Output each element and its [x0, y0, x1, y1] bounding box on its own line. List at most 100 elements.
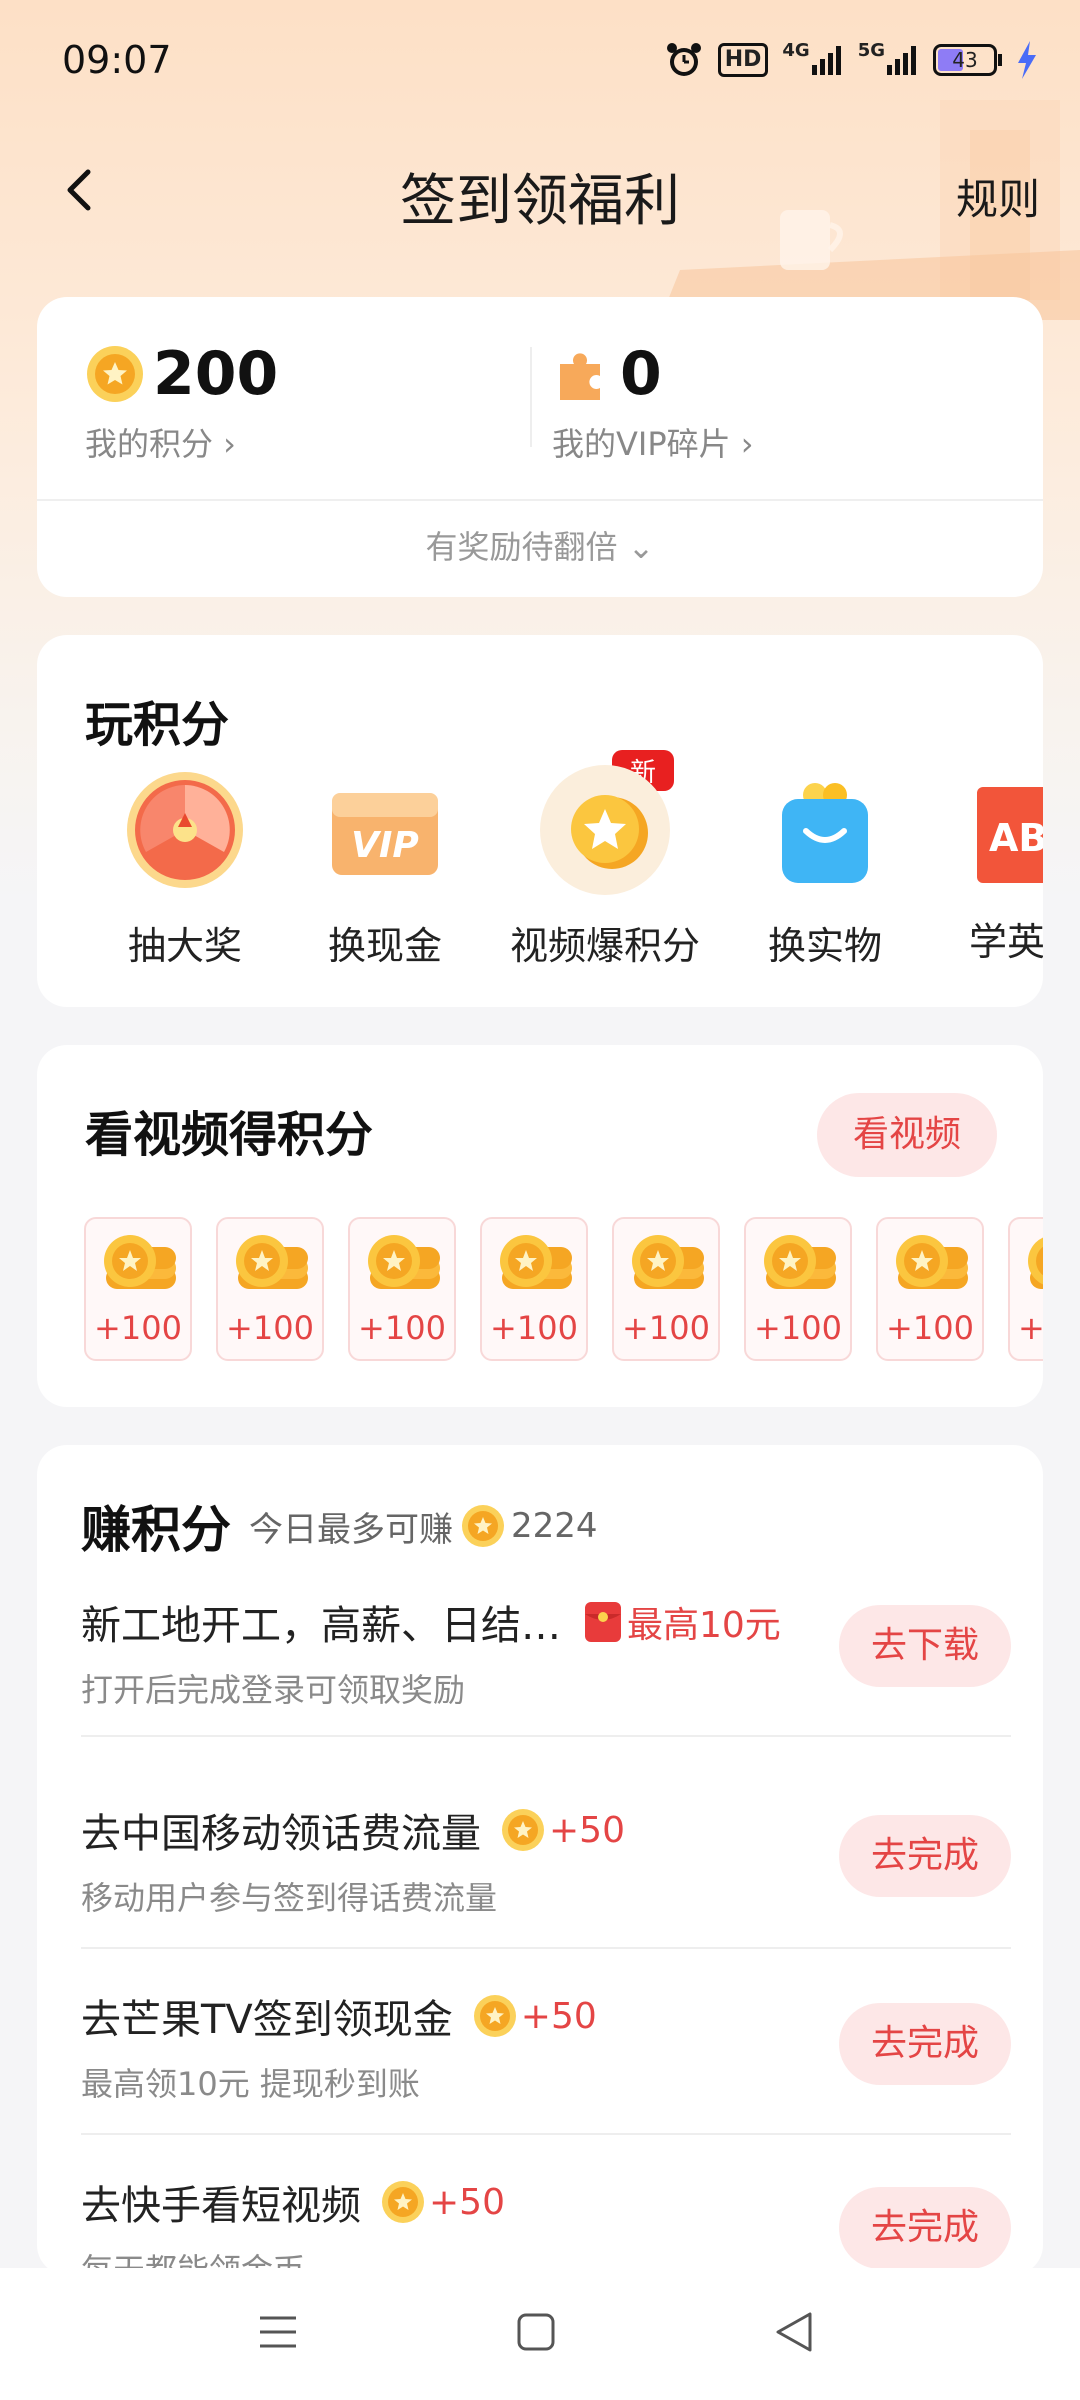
separator [37, 499, 1043, 501]
earn-header: 赚积分 今日最多可赚 2224 [81, 1490, 598, 1562]
earn-points-card: 赚积分 今日最多可赚 2224 新工地开工，高薪、日结… 最高10元 打开后完成… [37, 1445, 1043, 2275]
play-label: 换实物 [767, 924, 882, 968]
task-title: 新工地开工，高薪、日结… [81, 1603, 561, 1649]
net1-label: 4G [782, 40, 810, 61]
separator [81, 1947, 1011, 1949]
video-section-title: 看视频得积分 [85, 1107, 374, 1163]
coin-icon [473, 1995, 516, 2037]
play-item-english[interactable]: AB 学英 [925, 765, 1043, 966]
status-bar: 09:07 HD 4G 5G 43 [0, 0, 1080, 120]
alarm-icon [664, 40, 704, 80]
hd-icon: HD [717, 40, 769, 80]
ab-book-icon: AB [977, 787, 1043, 883]
task-reward: +50 [501, 1808, 625, 1852]
video-reward-tile[interactable]: +100 [1008, 1217, 1043, 1361]
task-complete-button[interactable]: 去完成 [839, 1815, 1011, 1897]
star-coin-icon [540, 765, 670, 895]
coin-stack-icon [104, 1235, 176, 1289]
earn-section-title: 赚积分 [81, 1501, 231, 1559]
play-label: 视频爆积分 [509, 924, 700, 968]
video-reward-tile[interactable]: +100 [216, 1217, 324, 1361]
video-reward-tile[interactable]: +100 [876, 1217, 984, 1361]
back-triangle-icon[interactable] [772, 2310, 816, 2354]
battery-level: 43 [952, 48, 978, 72]
charging-icon [1016, 40, 1038, 80]
play-points-card: 玩积分 新 抽大奖 VIP 换现金 视频爆积分 换实物 AB 学英 [37, 635, 1043, 1007]
reward-amount: +100 [94, 1309, 182, 1347]
net2-label: 5G [857, 40, 885, 61]
video-reward-tile[interactable]: +100 [612, 1217, 720, 1361]
play-item-lottery[interactable]: 抽大奖 [85, 765, 285, 970]
video-reward-tile[interactable]: +100 [348, 1217, 456, 1361]
task-complete-button[interactable]: 去完成 [839, 2003, 1011, 2085]
top-nav: 签到领福利 规则 [0, 130, 1080, 250]
divider [530, 347, 532, 447]
task-complete-button[interactable]: 去完成 [839, 2187, 1011, 2269]
play-item-video-points[interactable]: 视频爆积分 [485, 765, 725, 970]
svg-text:VIP: VIP [351, 825, 419, 866]
coin-stack-icon [500, 1235, 572, 1289]
reward-amount: +100 [1018, 1309, 1043, 1347]
shopping-bag-icon [782, 783, 868, 883]
watch-video-button[interactable]: 看视频 [817, 1093, 997, 1177]
play-label: 换现金 [327, 924, 442, 968]
rules-link[interactable]: 规则 [956, 166, 1040, 227]
play-items-row: 抽大奖 VIP 换现金 视频爆积分 换实物 AB 学英 [37, 765, 1043, 985]
wheel-icon [127, 772, 243, 888]
vip-value: 0 [620, 339, 662, 409]
coin-stack-icon [764, 1235, 836, 1289]
reward-amount: +100 [490, 1309, 578, 1347]
play-label: 抽大奖 [127, 924, 242, 968]
coin-stack-icon [236, 1235, 308, 1289]
coin-stack-icon [896, 1235, 968, 1289]
coin-icon [462, 1505, 504, 1547]
my-points[interactable]: 200 我的积分 › [85, 339, 278, 465]
coin-stack-icon [1028, 1237, 1043, 1289]
task-reward-text: +50 [520, 1995, 597, 2037]
video-reward-tile[interactable]: +100 [480, 1217, 588, 1361]
reward-amount: +100 [358, 1309, 446, 1347]
puzzle-piece-icon [560, 353, 600, 400]
signal-4g-icon: 4G [782, 40, 843, 80]
signal-5g-icon: 5G [858, 40, 919, 80]
hd-label: HD [717, 43, 769, 77]
earn-max-value: 2224 [511, 1506, 598, 1546]
task-reward: +50 [473, 1994, 597, 2038]
menu-icon[interactable] [256, 2310, 300, 2354]
coin-stack-icon [368, 1235, 440, 1289]
coin-icon [502, 1809, 544, 1851]
task-title: 去快手看短视频 [81, 2183, 361, 2229]
task-reward-text: +50 [549, 1809, 625, 1851]
task-download-button[interactable]: 去下载 [839, 1605, 1011, 1687]
separator [81, 2133, 1011, 2135]
task-reward-text: +50 [429, 2181, 505, 2223]
video-reward-tile[interactable]: +100 [744, 1217, 852, 1361]
my-points-label: 我的积分 › [85, 425, 236, 463]
reward-amount: +100 [886, 1309, 974, 1347]
watch-video-card: 看视频得积分 看视频 +100 +100 +100 +100 +100 +100 [37, 1045, 1043, 1407]
task-title: 去中国移动领话费流量 [81, 1811, 481, 1857]
earn-max-label: 今日最多可赚 [249, 1509, 453, 1550]
status-time: 09:07 [62, 38, 172, 82]
reward-amount: +100 [622, 1309, 710, 1347]
home-icon[interactable] [514, 2310, 558, 2354]
points-card: 200 我的积分 › 0 我的VIP碎片 › 有奖励待翻倍 ⌄ [37, 297, 1043, 597]
task-reward: 最高10元 [583, 1596, 781, 1648]
play-item-cash[interactable]: VIP 换现金 [285, 765, 485, 970]
my-points-value: 200 [153, 339, 279, 409]
vip-fragments[interactable]: 0 我的VIP碎片 › [552, 339, 754, 465]
double-reward-toggle[interactable]: 有奖励待翻倍 ⌄ [37, 522, 1043, 568]
vip-card-icon: VIP [332, 793, 438, 875]
page-title: 签到领福利 [400, 169, 680, 234]
coin-stack-icon [632, 1235, 704, 1289]
coin-icon [382, 2181, 424, 2223]
coin-icon [87, 346, 143, 402]
video-reward-row: +100 +100 +100 +100 +100 +100 +100 +100 [84, 1217, 1043, 1361]
task-reward: +50 [381, 2180, 505, 2224]
play-section-title: 玩积分 [85, 697, 230, 753]
red-envelope-icon [585, 1602, 621, 1642]
task-title: 去芒果TV签到领现金 [81, 1997, 453, 2043]
play-item-goods[interactable]: 换实物 [725, 765, 925, 970]
video-reward-tile[interactable]: +100 [84, 1217, 192, 1361]
vip-label: 我的VIP碎片 › [552, 425, 754, 463]
